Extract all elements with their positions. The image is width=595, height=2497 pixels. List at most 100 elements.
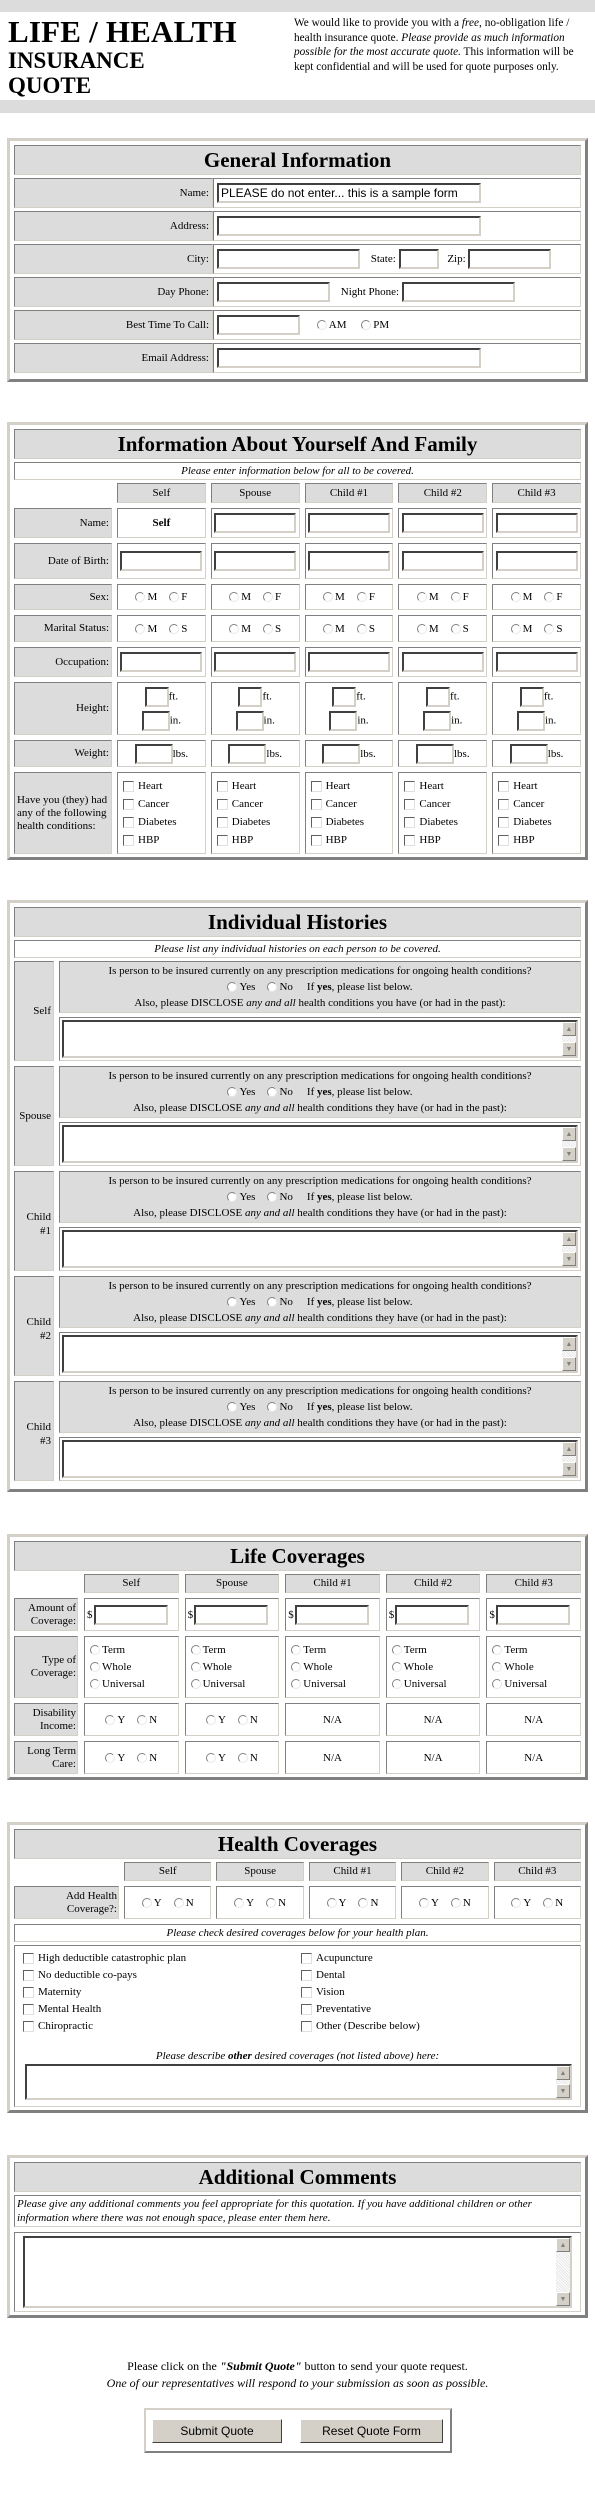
checkbox[interactable] (216, 780, 228, 792)
condition-hbp-option[interactable]: HBP (310, 834, 347, 846)
add-health-n-radio[interactable] (266, 1897, 277, 1908)
disability-n-radio[interactable] (137, 1714, 148, 1725)
marital-s-option[interactable]: S (263, 623, 281, 635)
long-term-care-y-option[interactable]: Y (105, 1752, 125, 1764)
condition-heart-option[interactable]: Heart (216, 780, 256, 792)
condition-diabetes-option[interactable]: Diabetes (216, 816, 270, 828)
checkbox[interactable] (123, 798, 134, 810)
sex-m-option[interactable]: M (510, 591, 532, 603)
type-whole-option[interactable]: Whole (391, 1661, 433, 1673)
type-term-option[interactable]: Term (492, 1644, 527, 1656)
height-feet-input[interactable] (519, 686, 544, 707)
dob-input[interactable] (401, 551, 484, 571)
marital-s-radio[interactable] (263, 623, 274, 634)
sex-f-radio[interactable] (450, 592, 461, 603)
medication-no-radio[interactable] (267, 1087, 278, 1098)
checkbox[interactable] (23, 1952, 34, 1964)
condition-diabetes-option[interactable]: Diabetes (123, 816, 176, 828)
dob-input[interactable] (495, 551, 578, 571)
medication-no-option[interactable]: No (267, 1191, 293, 1203)
sex-f-option[interactable]: F (169, 591, 187, 603)
type-term-radio[interactable] (90, 1645, 100, 1656)
add-health-y-option[interactable]: Y (418, 1897, 439, 1909)
coverage-option[interactable]: Preventative (301, 2003, 420, 2015)
checkbox[interactable] (123, 816, 134, 828)
condition-cancer-option[interactable]: Cancer (123, 798, 169, 810)
occupation-input[interactable] (214, 652, 297, 672)
name-input[interactable] (495, 513, 578, 533)
condition-heart-option[interactable]: Heart (123, 780, 162, 792)
medication-no-radio[interactable] (267, 982, 278, 993)
amount-input[interactable] (294, 1604, 369, 1625)
sex-m-radio[interactable] (323, 592, 334, 603)
coverage-option[interactable]: High deductible catastrophic plan (23, 1952, 301, 1964)
checkbox[interactable] (404, 816, 416, 828)
scroll-up-icon[interactable]: ▲ (562, 1127, 576, 1141)
occupation-input[interactable] (401, 652, 484, 672)
amount-input[interactable] (495, 1604, 570, 1625)
weight-input[interactable] (228, 743, 267, 764)
condition-heart-option[interactable]: Heart (404, 780, 444, 792)
checkbox[interactable] (23, 1986, 34, 1998)
disability-n-option[interactable]: N (237, 1714, 258, 1726)
history-textarea[interactable]: ▲ ▼ (62, 1335, 578, 1373)
checkbox[interactable] (498, 834, 510, 846)
height-feet-input[interactable] (144, 686, 169, 707)
sex-m-option[interactable]: M (229, 591, 251, 603)
sex-m-option[interactable]: M (135, 591, 157, 603)
checkbox[interactable] (23, 2020, 34, 2032)
condition-heart-option[interactable]: Heart (498, 780, 538, 792)
sex-f-radio[interactable] (263, 592, 274, 603)
coverage-option[interactable]: Chiropractic (23, 2020, 301, 2032)
type-whole-option[interactable]: Whole (90, 1661, 131, 1673)
occupation-input[interactable] (120, 652, 203, 672)
disability-n-option[interactable]: N (137, 1714, 157, 1726)
history-textarea[interactable]: ▲ ▼ (62, 1440, 578, 1478)
comments-textarea[interactable]: ▲ ▼ (23, 2236, 572, 2308)
coverage-option[interactable]: Mental Health (23, 2003, 301, 2015)
long-term-care-y-option[interactable]: Y (205, 1752, 226, 1764)
occupation-input[interactable] (495, 652, 578, 672)
medication-no-radio[interactable] (267, 1402, 278, 1413)
add-health-y-option[interactable]: Y (234, 1897, 254, 1909)
condition-hbp-option[interactable]: HBP (123, 834, 159, 846)
email-input[interactable] (217, 348, 481, 368)
address-input[interactable] (217, 216, 481, 236)
medication-yes-option[interactable]: Yes (227, 1191, 255, 1203)
coverage-option[interactable]: Vision (301, 1986, 420, 1998)
medication-yes-radio[interactable] (227, 1192, 238, 1203)
type-whole-radio[interactable] (391, 1662, 402, 1673)
sex-f-option[interactable]: F (544, 591, 563, 603)
type-term-option[interactable]: Term (391, 1644, 427, 1656)
marital-s-radio[interactable] (544, 623, 555, 634)
marital-s-option[interactable]: S (169, 623, 187, 635)
checkbox[interactable] (123, 780, 134, 792)
scroll-up-icon[interactable]: ▲ (562, 1232, 576, 1246)
pm-radio[interactable] (361, 320, 372, 330)
checkbox[interactable] (301, 1952, 312, 1964)
scrollbar[interactable]: ▲ ▼ (562, 1337, 576, 1371)
type-universal-radio[interactable] (492, 1679, 503, 1690)
sex-f-option[interactable]: F (450, 591, 469, 603)
type-whole-option[interactable]: Whole (291, 1661, 333, 1673)
checkbox[interactable] (310, 798, 322, 810)
checkbox[interactable] (404, 798, 416, 810)
marital-m-option[interactable]: M (135, 623, 157, 635)
checkbox[interactable] (301, 1969, 312, 1981)
checkbox[interactable] (310, 780, 322, 792)
medication-yes-option[interactable]: Yes (227, 1086, 255, 1098)
marital-m-radio[interactable] (229, 623, 240, 634)
coverage-option[interactable]: Maternity (23, 1986, 301, 1998)
scrollbar[interactable]: ▲ ▼ (562, 1127, 576, 1161)
checkbox[interactable] (301, 2003, 312, 2015)
name-input[interactable] (401, 513, 484, 533)
scroll-up-icon[interactable]: ▲ (556, 2066, 570, 2080)
marital-m-option[interactable]: M (229, 623, 251, 635)
sex-f-radio[interactable] (544, 592, 555, 603)
add-health-n-radio[interactable] (543, 1897, 554, 1908)
scroll-up-icon[interactable]: ▲ (562, 1337, 576, 1351)
night-phone-input[interactable] (401, 282, 515, 302)
add-health-y-option[interactable]: Y (326, 1897, 346, 1909)
checkbox[interactable] (498, 780, 510, 792)
disability-y-radio[interactable] (105, 1714, 116, 1725)
